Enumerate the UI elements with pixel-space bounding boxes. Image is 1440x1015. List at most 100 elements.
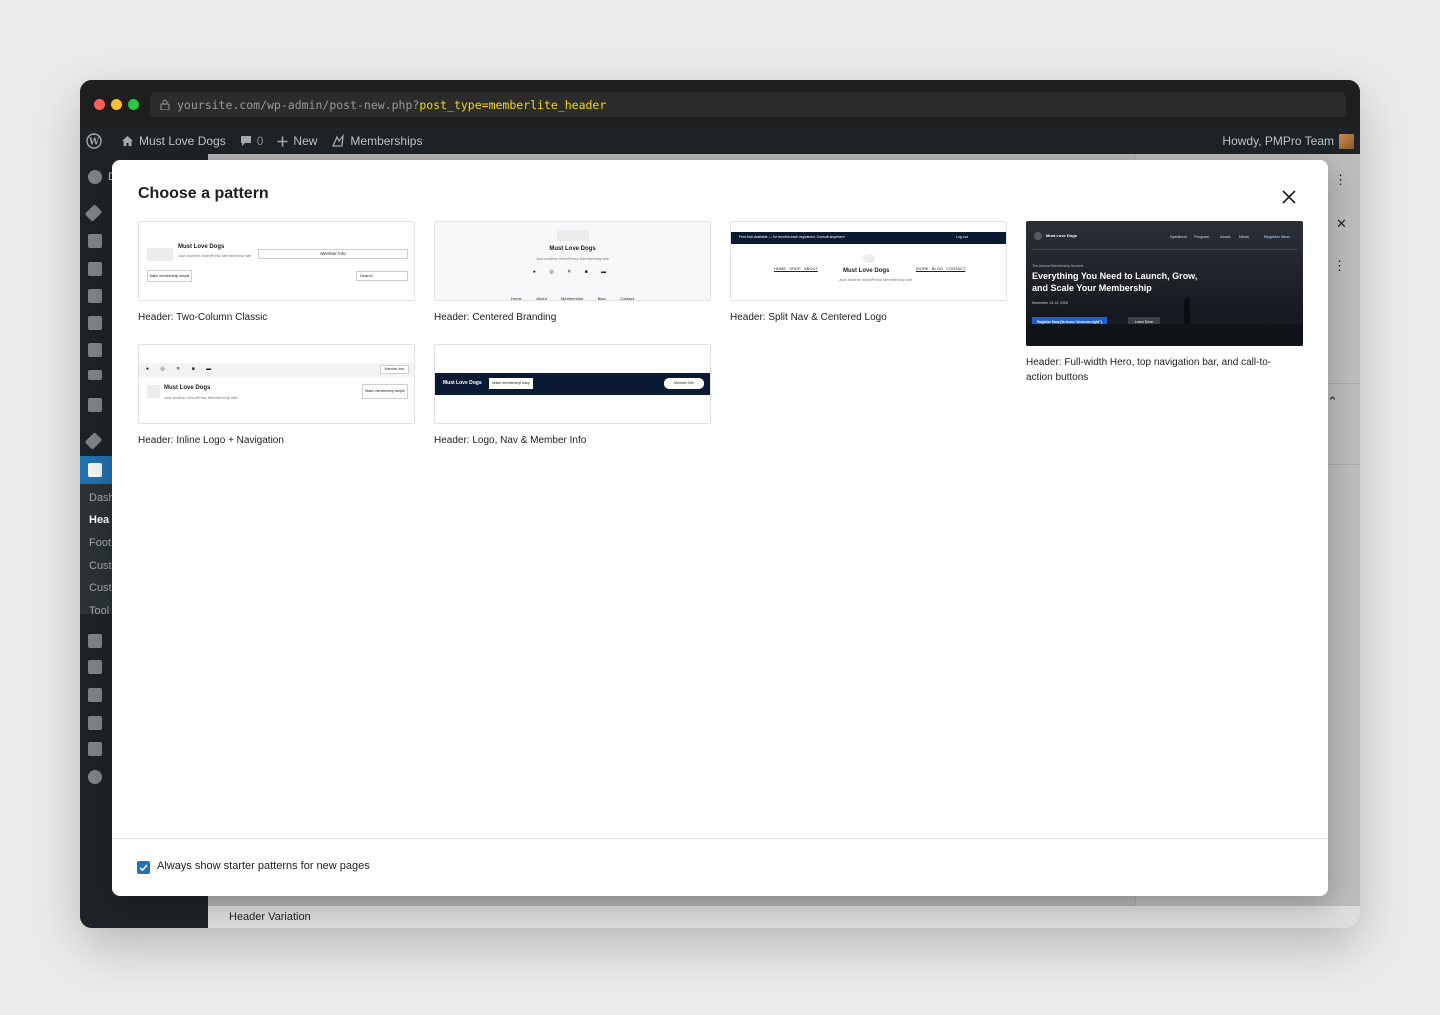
block-breadcrumb[interactable]: Header Variation — [229, 911, 311, 923]
submenu-item[interactable]: Foot — [89, 537, 111, 549]
dashboard-icon[interactable] — [88, 170, 102, 184]
maximize-window-button[interactable] — [128, 99, 139, 110]
posts-icon[interactable] — [88, 234, 102, 248]
preview-nav-item: ABOUT — [804, 266, 818, 271]
more-options-icon[interactable]: ⋮ — [1334, 172, 1347, 188]
modal-footer-divider — [112, 838, 1328, 839]
always-show-patterns-checkbox[interactable] — [137, 861, 150, 874]
submenu-item[interactable]: Tool — [89, 605, 109, 617]
preview-nav-item: CONTACT — [946, 266, 966, 271]
memberships-icon[interactable] — [88, 398, 102, 412]
pattern-card[interactable]: Free trial available — for months each r… — [730, 221, 1007, 325]
pattern-preview[interactable]: Must Love Dogs Just another WordPress Me… — [434, 221, 711, 301]
memberlite-icon — [88, 463, 102, 477]
checkbox-label[interactable]: Always show starter patterns for new pag… — [157, 860, 370, 872]
preview-headline-line2: and Scale Your Membership — [1032, 283, 1152, 293]
close-modal-button[interactable] — [1278, 186, 1300, 208]
url-query: post_type=memberlite_header — [419, 97, 607, 112]
comment-icon — [240, 136, 251, 146]
social-icons: ● ◎ ✕ ■ ▬ — [146, 366, 217, 372]
pattern-label: Header: Logo, Nav & Member Info — [434, 435, 587, 446]
new-content-button[interactable]: New — [270, 128, 324, 154]
pattern-preview[interactable]: Must Love Dogs Speakers Program About Ne… — [1026, 221, 1303, 346]
pattern-preview[interactable]: Must Love Dogs Just another WordPress Me… — [138, 221, 415, 301]
home-icon — [122, 136, 133, 146]
preview-tagline: Just another WordPress Membership site — [839, 277, 913, 282]
browser-titlebar: yoursite.com/wp-admin/post-new.php? post_… — [80, 80, 1360, 128]
scissors-icon[interactable] — [88, 660, 102, 674]
site-name-link[interactable]: Must Love Dogs — [114, 128, 233, 154]
submenu-item[interactable]: Cust — [89, 582, 112, 594]
close-icon — [1282, 190, 1296, 204]
wordpress-logo-button[interactable]: W — [80, 128, 114, 154]
wp-admin-bar: W Must Love Dogs 0 New Memberships Howdy… — [80, 128, 1360, 154]
wrench-icon[interactable] — [88, 716, 102, 730]
svg-text:W: W — [88, 138, 100, 148]
preview-tagline: Just another WordPress Membership site — [178, 253, 252, 258]
pattern-preview[interactable]: ● ◎ ✕ ■ ▬ Member Info Must Love Dogs Jus… — [138, 344, 415, 424]
pages-icon[interactable] — [88, 289, 102, 303]
preview-member-info: Member Info — [258, 249, 408, 259]
account-menu[interactable]: Howdy, PMPro Team — [1222, 128, 1354, 154]
close-panel-icon[interactable]: ✕ — [1336, 216, 1347, 232]
preview-member-info: Member Info — [380, 365, 409, 374]
pattern-card[interactable]: Must Love Dogs Just another WordPress Me… — [138, 221, 415, 325]
pattern-card[interactable]: Must Love Dogs Make membership easy Memb… — [434, 344, 711, 448]
close-window-button[interactable] — [94, 99, 105, 110]
submenu-item[interactable]: Dash — [89, 492, 115, 504]
preview-site-title: Must Love Dogs — [1046, 233, 1077, 238]
panel-options-icon[interactable]: ⋮ — [1333, 258, 1346, 274]
plugins-icon[interactable] — [88, 634, 102, 648]
new-label: New — [293, 134, 318, 148]
mail-icon[interactable] — [88, 370, 102, 380]
memberships-menu[interactable]: Memberships — [324, 128, 429, 154]
media-icon[interactable] — [88, 262, 102, 276]
pin-icon[interactable] — [84, 204, 103, 222]
preview-nav-item: Program — [1194, 234, 1210, 239]
logo-placeholder — [863, 254, 875, 263]
pattern-label: Header: Split Nav & Centered Logo — [730, 312, 887, 323]
chevron-up-icon[interactable]: ⌃ — [1327, 394, 1338, 410]
logo-placeholder — [147, 248, 173, 261]
collapse-menu-icon[interactable] — [88, 770, 102, 784]
users-icon[interactable] — [88, 688, 102, 702]
minimize-window-button[interactable] — [111, 99, 122, 110]
memberships-label: Memberships — [350, 134, 423, 148]
logo-placeholder — [147, 385, 160, 398]
editor-footer-breadcrumb: Header Variation — [208, 906, 1360, 928]
preview-nav-item: Blog — [597, 296, 606, 301]
preview-nav-item: About — [536, 296, 547, 301]
grid-icon[interactable] — [88, 343, 102, 357]
submenu-item[interactable]: Cust — [89, 560, 112, 572]
preview-nav-item: Membership — [561, 296, 584, 301]
tool-icon[interactable] — [84, 432, 103, 450]
wordpress-icon: W — [86, 133, 102, 149]
pattern-card[interactable]: ● ◎ ✕ ■ ▬ Member Info Must Love Dogs Jus… — [138, 344, 415, 448]
preview-navy-bar: Must Love Dogs Make membership easy Memb… — [435, 373, 710, 395]
preview-headline-line1: Everything You Need to Launch, Grow, — [1032, 271, 1198, 281]
preview-nav-item: BLOG — [931, 266, 943, 271]
pattern-label: Header: Full-width Hero, top navigation … — [1026, 357, 1272, 383]
comments-count: 0 — [256, 134, 264, 148]
preview-nav-item: SHOP — [789, 266, 801, 271]
url-base: yoursite.com/wp-admin/post-new.php? — [177, 97, 420, 112]
preview-nav-item: News — [1239, 234, 1250, 239]
pattern-label: Header: Inline Logo + Navigation — [138, 435, 284, 446]
address-bar[interactable]: yoursite.com/wp-admin/post-new.php? post_… — [150, 92, 1346, 117]
comments-icon[interactable] — [88, 316, 102, 330]
pattern-card[interactable]: Must Love Dogs Speakers Program About Ne… — [1026, 221, 1303, 385]
pattern-preview[interactable]: Must Love Dogs Make membership easy Memb… — [434, 344, 711, 424]
preview-logo-circle — [1034, 232, 1042, 240]
preview-banner-text: Free trial available — for months each r… — [739, 235, 845, 239]
choose-pattern-modal: Choose a pattern Must Love Dogs Just ano… — [112, 160, 1328, 896]
preview-eyebrow: The Annual Membership Summit — [1032, 264, 1083, 268]
pattern-card[interactable]: Must Love Dogs Just another WordPress Me… — [434, 221, 711, 325]
settings-icon[interactable] — [88, 742, 102, 756]
preview-horizon — [1026, 324, 1303, 346]
pattern-preview[interactable]: Free trial available — for months each r… — [730, 221, 1007, 301]
preview-tagline: Just another WordPress Membership site — [535, 256, 610, 261]
preview-cta-link: Register Now — [1264, 234, 1290, 239]
submenu-item-active[interactable]: Hea — [89, 514, 109, 526]
comments-link[interactable]: 0 — [233, 128, 271, 154]
preview-button: Make membership easy — [489, 378, 533, 389]
